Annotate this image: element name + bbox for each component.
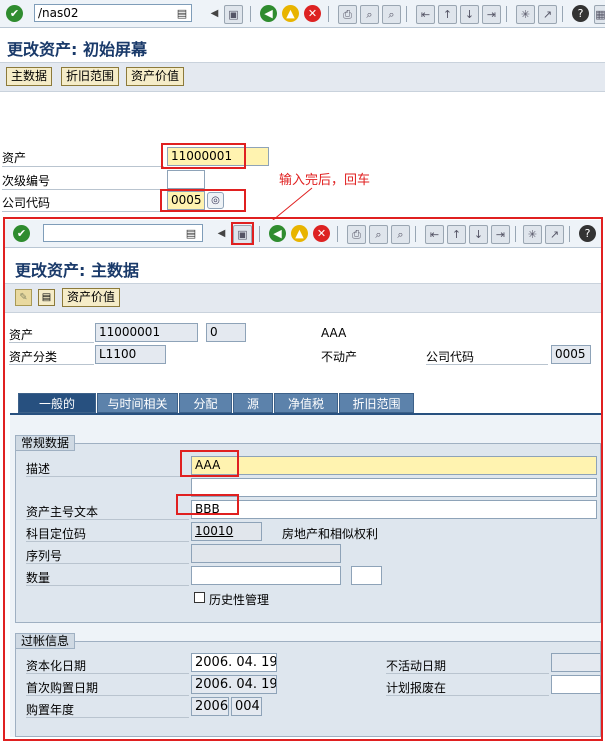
display-change-icon[interactable]: ✎ xyxy=(15,289,32,306)
inner-back-nav-icon[interactable]: ◀ xyxy=(213,225,230,242)
highlight-description xyxy=(180,450,239,477)
planned-retirement-label: 计划报废在 xyxy=(386,681,447,695)
acquisition-year-value: 2006 xyxy=(191,697,229,716)
inner-next-page-icon[interactable]: ↓ xyxy=(469,225,488,244)
posting-info-title: 过帐信息 xyxy=(15,633,76,649)
header-subnumber-value: 0 xyxy=(206,323,246,342)
inner-asset-values-button[interactable]: 资产价值 xyxy=(62,288,121,307)
general-data-title: 常规数据 xyxy=(15,435,76,451)
header-class-label: 资产分类 xyxy=(9,350,58,364)
first-acquisition-label: 首次购置日期 xyxy=(26,681,99,695)
inner-shortcut-icon[interactable]: ↗ xyxy=(545,225,564,244)
inner-command-history-icon[interactable]: ▤ xyxy=(185,226,197,240)
serial-number-label: 序列号 xyxy=(26,549,63,563)
quantity-input[interactable] xyxy=(191,566,341,585)
tab-depreciation-areas[interactable]: 折旧范围 xyxy=(339,393,414,413)
planned-retirement-input[interactable] xyxy=(551,675,601,694)
history-checkbox[interactable] xyxy=(194,592,205,603)
tab-allocations[interactable]: 分配 xyxy=(179,393,232,413)
inner-cancel-icon[interactable]: ✕ xyxy=(313,225,330,242)
tab-origin[interactable]: 源 xyxy=(233,393,273,413)
header-description: AAA xyxy=(321,326,347,340)
inner-page-title: 更改资产: 主数据 xyxy=(15,261,139,280)
document-icon[interactable]: ▤ xyxy=(38,289,55,306)
main-text-input[interactable]: BBB xyxy=(191,500,597,519)
inner-command-field[interactable] xyxy=(43,224,203,242)
inactive-date-label: 不活动日期 xyxy=(386,659,447,673)
highlight-main-text xyxy=(176,494,239,515)
capitalization-date-label: 资本化日期 xyxy=(26,659,87,673)
header-asset-value: 11000001 xyxy=(95,323,198,342)
history-label: 历史性管理 xyxy=(209,593,270,607)
posting-info-group xyxy=(15,641,601,737)
inner-first-page-icon[interactable]: ⇤ xyxy=(425,225,444,244)
inner-back-icon[interactable]: ◀ xyxy=(269,225,286,242)
header-company-label: 公司代码 xyxy=(426,350,475,364)
account-determination-value[interactable]: 10010 xyxy=(191,522,262,541)
acquisition-period-value: 004 xyxy=(231,697,262,716)
inner-find-next-icon[interactable]: ⌕ xyxy=(391,225,410,244)
description-input[interactable]: AAA xyxy=(191,456,597,475)
inactive-date-value xyxy=(551,653,601,672)
tab-time-dependent[interactable]: 与时间相关 xyxy=(97,393,178,413)
inner-exit-icon[interactable]: ▲ xyxy=(291,225,308,242)
highlight-save xyxy=(231,222,254,245)
header-company-value: 0005 xyxy=(551,345,591,364)
header-class-description: 不动产 xyxy=(321,350,358,364)
acquisition-year-label: 购置年度 xyxy=(26,703,75,717)
inner-enter-icon[interactable]: ✔ xyxy=(13,225,30,242)
capitalization-date-input[interactable]: 2006. 04. 19 xyxy=(191,653,277,672)
first-acquisition-value: 2006. 04. 19 xyxy=(191,675,277,694)
inner-app-toolbar: ✎ ▤ 资产价值 xyxy=(5,283,601,313)
header-class-value: L1100 xyxy=(95,345,166,364)
tab-net-worth-tax[interactable]: 净值税 xyxy=(274,393,338,413)
inner-help-icon[interactable]: ? xyxy=(579,225,596,242)
inner-new-session-icon[interactable]: ✳ xyxy=(523,225,542,244)
main-text-label: 资产主号文本 xyxy=(26,505,99,519)
serial-number-input[interactable] xyxy=(191,544,341,563)
description-label: 描述 xyxy=(26,462,51,476)
quantity-label: 数量 xyxy=(26,571,51,585)
account-determination-label: 科目定位码 xyxy=(26,527,87,541)
account-determination-description: 房地产和相似权利 xyxy=(282,527,379,541)
inner-prev-page-icon[interactable]: ↑ xyxy=(447,225,466,244)
tab-general[interactable]: 一般的 xyxy=(18,393,96,413)
inner-find-icon[interactable]: ⌕ xyxy=(369,225,388,244)
header-asset-label: 资产 xyxy=(9,328,34,342)
inner-print-icon[interactable]: ⎙ xyxy=(347,225,366,244)
inner-toolbar: ✔ ▤ ◀ ▣ ◀ ▲ ✕ ⎙ ⌕ ⌕ ⇤ ↑ ↓ ⇥ ✳ ↗ ? xyxy=(5,220,601,248)
quantity-unit-input[interactable] xyxy=(351,566,382,585)
inner-last-page-icon[interactable]: ⇥ xyxy=(491,225,510,244)
description-line2-input[interactable] xyxy=(191,478,597,497)
